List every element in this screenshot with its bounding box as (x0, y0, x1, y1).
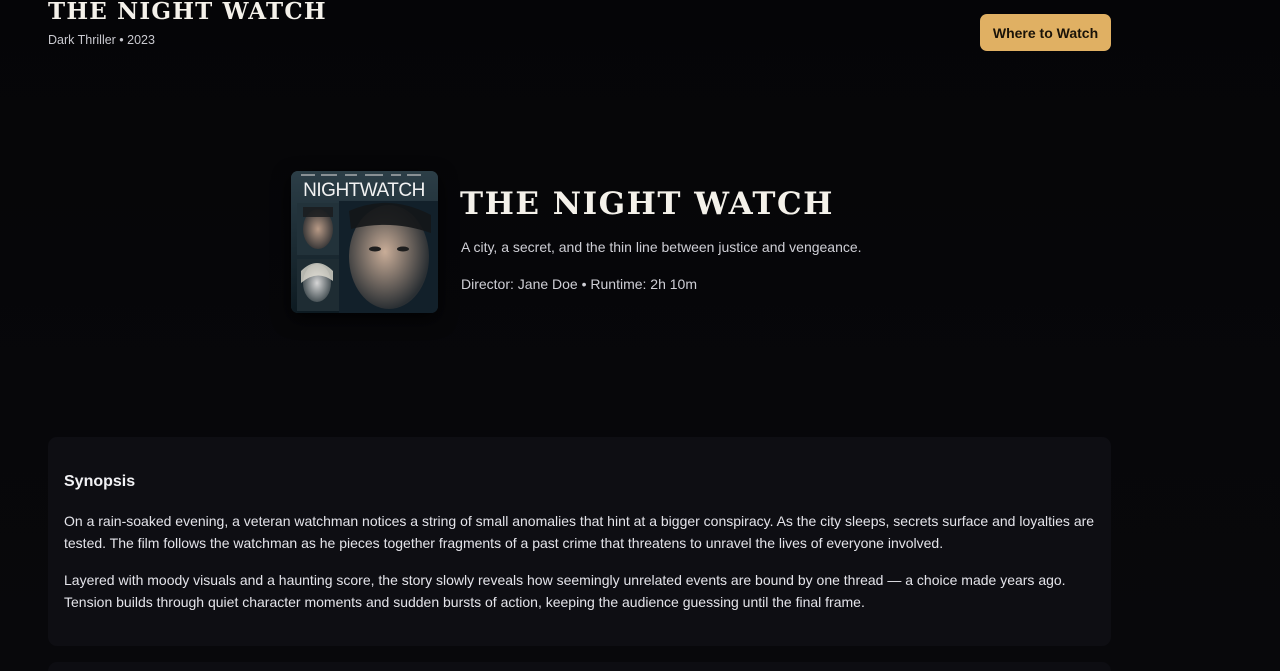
poster-title: NIGHTWATCH (303, 180, 425, 201)
movie-page: THE NIGHT WATCH Dark Thriller • 2023 Whe… (0, 0, 1280, 671)
next-section-card (48, 662, 1111, 671)
site-subtitle: Dark Thriller • 2023 (48, 33, 155, 47)
synopsis-card: Synopsis On a rain-soaked evening, a vet… (48, 437, 1111, 646)
where-to-watch-button[interactable]: Where to Watch (980, 14, 1111, 51)
movie-title: THE NIGHT WATCH (460, 186, 834, 222)
synopsis-paragraph: Layered with moody visuals and a hauntin… (64, 572, 1066, 610)
synopsis-heading: Synopsis (64, 473, 136, 490)
site-title: THE NIGHT WATCH (48, 0, 327, 25)
synopsis-paragraph: On a rain-soaked evening, a veteran watc… (64, 513, 1095, 551)
movie-tagline: A city, a secret, and the thin line betw… (461, 239, 862, 255)
movie-meta: Director: Jane Doe • Runtime: 2h 10m (461, 276, 698, 292)
poster-art: NIGHTWATCH (291, 171, 438, 313)
movie-poster: NIGHTWATCH (291, 171, 438, 313)
